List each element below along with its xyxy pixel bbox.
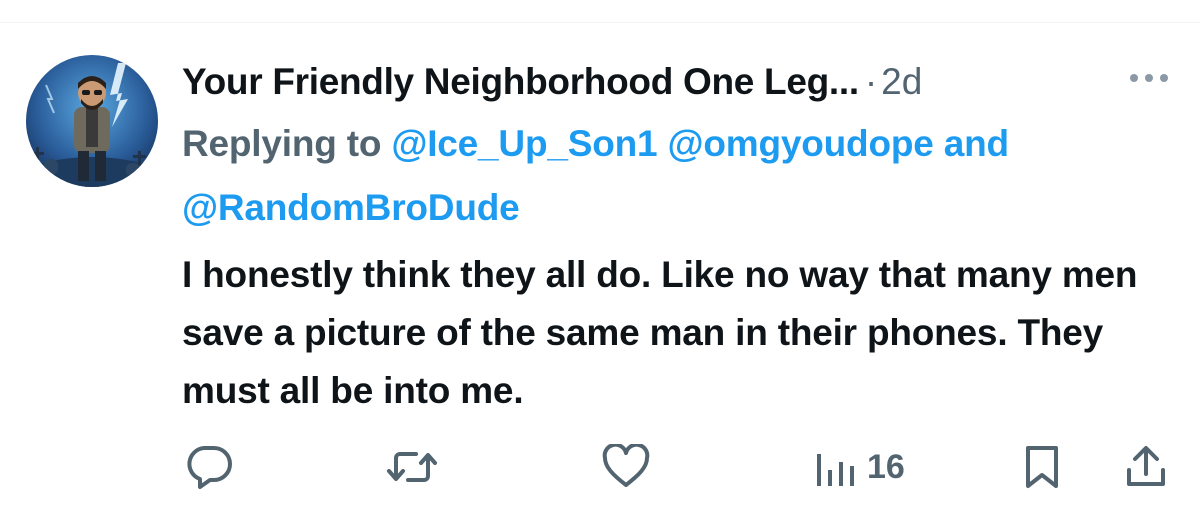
bookmark-icon <box>1026 446 1058 488</box>
share-button[interactable] <box>1124 440 1168 494</box>
reply-button[interactable] <box>184 440 234 494</box>
like-button[interactable] <box>601 440 651 494</box>
tweet-header: Your Friendly Neighborhood One Leg... · … <box>182 54 922 110</box>
avatar[interactable] <box>26 55 158 187</box>
share-upload-icon <box>1127 446 1165 486</box>
analytics-bars-icon <box>817 454 854 486</box>
heart-icon <box>602 444 650 487</box>
mention-link[interactable]: @Ice_Up_Son1 <box>391 123 657 164</box>
top-divider <box>0 22 1200 23</box>
views-button[interactable]: 16 <box>815 440 905 494</box>
replying-to-label: Replying to <box>182 123 382 164</box>
replying-to-context: Replying to @Ice_Up_Son1 @omgyoudope and… <box>182 112 1172 240</box>
reply-bubble-icon <box>187 446 232 489</box>
retweet-button[interactable] <box>386 440 438 494</box>
tweet-body-text: I honestly think they all do. Like no wa… <box>182 254 1138 411</box>
more-dots-icon <box>1130 74 1168 82</box>
retweet-icon <box>387 452 437 482</box>
separator-dot: · <box>864 61 878 102</box>
views-count: 16 <box>867 447 905 486</box>
more-options-button[interactable] <box>1126 62 1172 94</box>
timestamp[interactable]: 2d <box>881 61 922 103</box>
mention-link[interactable]: @RandomBroDude <box>182 187 520 228</box>
mention-joiner[interactable]: and <box>944 123 1009 164</box>
author-display-name[interactable]: Your Friendly Neighborhood One Leg... <box>182 61 859 103</box>
avatar-image <box>26 55 158 187</box>
mention-link[interactable]: @omgyoudope <box>668 123 934 164</box>
bookmark-button[interactable] <box>1022 440 1062 494</box>
